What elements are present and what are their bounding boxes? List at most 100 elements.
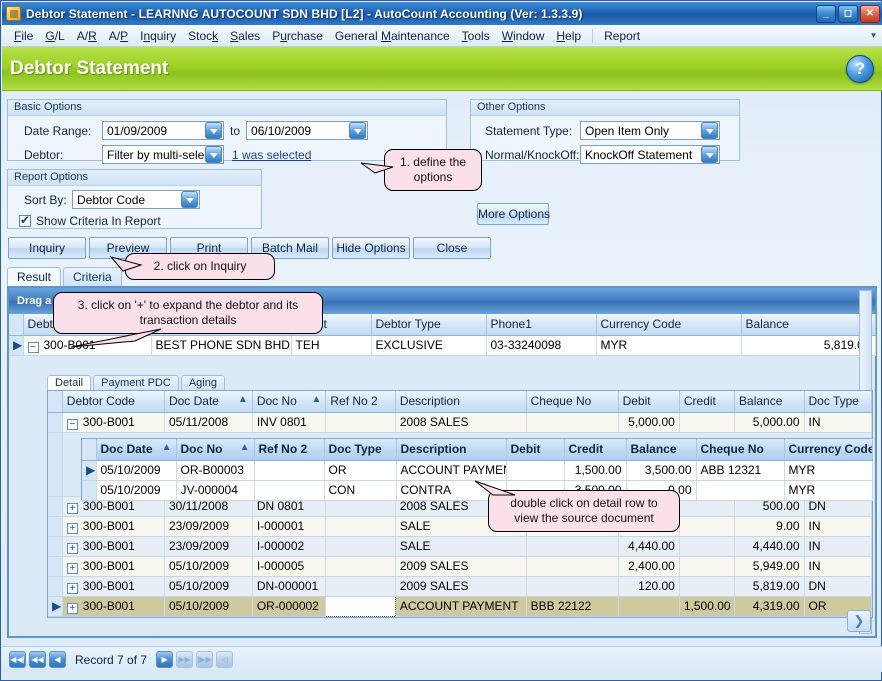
column-header-debtor-type[interactable]: Debtor Type <box>371 314 487 336</box>
menu-item-file[interactable]: File <box>8 27 39 45</box>
cancel-edit-button[interactable]: ◁ <box>216 651 234 668</box>
menu-item-help[interactable]: Help <box>550 27 587 45</box>
chevron-down-icon[interactable] <box>701 122 718 139</box>
chevron-down-icon[interactable] <box>205 146 222 163</box>
first-record-button[interactable]: ◀◀| <box>9 651 26 668</box>
column-header-doc-no[interactable]: Doc No ▲ <box>176 439 255 461</box>
column-header-doc-date[interactable]: Doc Date ▲ <box>96 439 177 461</box>
column-header-balance[interactable]: Balance <box>741 314 876 336</box>
column-header-ref-no-2[interactable]: Ref No 2 <box>254 439 325 461</box>
column-header-credit[interactable]: Credit <box>679 391 736 413</box>
close-button[interactable]: ✕ <box>860 4 880 23</box>
table-row[interactable]: +300-B001 05/10/2009 DN-000001 2009 SALE… <box>48 576 872 597</box>
show-criteria-row[interactable]: Show Criteria In Report <box>14 213 255 228</box>
column-header-debtor-code[interactable]: Debtor Code <box>62 391 165 413</box>
date-to-input[interactable]: 06/10/2009 <box>246 121 369 140</box>
tab-aging[interactable]: Aging <box>180 375 225 390</box>
column-header-ref-no-2[interactable]: Ref No 2 <box>325 391 396 413</box>
cell-currency-code: MYR <box>784 480 873 501</box>
normal-knockoff-select[interactable]: KnockOff Statement <box>580 145 720 164</box>
previous-record-button[interactable]: ◀ <box>49 651 66 668</box>
column-header-description[interactable]: Description <box>396 439 507 461</box>
debtor-filter-select[interactable]: Filter by multi-select <box>102 145 224 164</box>
column-header-debit[interactable]: Debit <box>618 391 680 413</box>
previous-page-button[interactable]: ◀◀ <box>29 651 46 668</box>
cell-debtor-code[interactable]: +300-B001 <box>62 576 165 597</box>
column-header-doc-date[interactable]: Doc Date ▲ <box>164 391 253 413</box>
show-criteria-checkbox[interactable] <box>19 213 31 227</box>
inquiry-button[interactable]: Inquiry <box>8 237 86 259</box>
column-header-currency-code[interactable]: Currency Code <box>596 314 742 336</box>
expand-expander-icon[interactable]: + <box>66 522 78 534</box>
calendar-dropdown-icon[interactable] <box>205 122 222 139</box>
menu-item-inquiry[interactable]: Inquiry <box>134 27 182 45</box>
cell-debtor-code[interactable]: +300-B001 <box>62 516 165 537</box>
expand-right-button[interactable]: ❯ <box>847 610 871 632</box>
table-row[interactable]: +300-B001 23/09/2009 I-000002 SALE 4,440… <box>48 536 872 557</box>
cell-ref-no-2 <box>254 480 325 501</box>
expand-expander-icon[interactable]: + <box>66 582 78 594</box>
chevron-down-icon[interactable]: ▾ <box>868 29 879 42</box>
table-row[interactable]: ▶ 05/10/2009 OR-B00003 OR ACCOUNT PAYMEN… <box>82 460 873 481</box>
column-header-doc-no[interactable]: Doc No ▲ <box>252 391 327 413</box>
last-record-button[interactable]: |▶▶ <box>196 651 214 668</box>
menu-item-window[interactable]: Window <box>496 27 551 45</box>
menu-item-ap[interactable]: A/P <box>103 27 134 45</box>
table-row[interactable]: −300-B001 05/11/2008 INV 0801 2008 SALES… <box>48 412 872 433</box>
menu-item-stock[interactable]: Stock <box>182 27 224 45</box>
tab-detail[interactable]: Detail <box>47 375 92 390</box>
expand-expander-icon[interactable]: + <box>66 502 78 514</box>
column-header-balance[interactable]: Balance <box>734 391 805 413</box>
selected-count-link[interactable]: 1 was selected <box>232 148 311 162</box>
menu-item-gl[interactable]: G/L <box>39 27 70 45</box>
table-row[interactable]: +300-B001 05/10/2009 I-000005 2009 SALES… <box>48 556 872 577</box>
next-page-button[interactable]: ▶▶ <box>176 651 194 668</box>
next-record-button[interactable]: ▶ <box>156 651 174 668</box>
cell-description: ACCOUNT PAYMENT <box>395 596 527 617</box>
column-header-cheque-no[interactable]: Cheque No <box>526 391 619 413</box>
calendar-dropdown-icon[interactable] <box>349 122 367 139</box>
cell-debtor-code[interactable]: −300-B001 <box>62 412 165 433</box>
expand-expander-icon[interactable]: + <box>66 602 78 614</box>
column-header-description[interactable]: Description <box>395 391 527 413</box>
table-row[interactable]: ▶ +300-B001 05/10/2009 OR-000002 ACCOUNT… <box>48 595 872 617</box>
menu-item-tools[interactable]: Tools <box>456 27 496 45</box>
tab-result[interactable]: Result <box>7 267 62 286</box>
maximize-button[interactable]: ◻ <box>838 4 858 23</box>
cell-debtor-code[interactable]: +300-B001 <box>62 596 165 617</box>
menu-item-purchase[interactable]: Purchase <box>266 27 329 45</box>
cell-doc-date: 23/09/2009 <box>164 536 253 557</box>
hide-options-button[interactable]: Hide Options <box>332 237 410 259</box>
menu-item-sales[interactable]: Sales <box>224 27 266 45</box>
chevron-down-icon[interactable] <box>181 191 198 208</box>
cell-debtor-code[interactable]: +300-B001 <box>62 536 165 557</box>
statement-type-select[interactable]: Open Item Only <box>580 121 720 140</box>
expand-expander-icon[interactable]: + <box>66 542 78 554</box>
column-header-cheque-no[interactable]: Cheque No <box>696 439 785 461</box>
expand-expander-icon[interactable]: + <box>66 562 78 574</box>
help-icon[interactable]: ? <box>846 54 874 83</box>
cell-ref-no-2-editor[interactable] <box>325 595 396 617</box>
menu-item-ar[interactable]: A/R <box>71 27 103 45</box>
column-header-balance[interactable]: Balance <box>626 439 697 461</box>
close-button-main[interactable]: Close <box>413 237 491 259</box>
column-header-currency-code[interactable]: Currency Code <box>784 439 873 461</box>
minimize-button[interactable]: _ <box>816 4 836 23</box>
column-header-phone1[interactable]: Phone1 <box>486 314 597 336</box>
column-header-doc-type[interactable]: Doc Type <box>324 439 397 461</box>
sort-by-select[interactable]: Debtor Code <box>72 190 200 209</box>
column-header-doc-type[interactable]: Doc Type <box>804 391 872 413</box>
chevron-down-icon[interactable] <box>701 146 718 163</box>
more-options-button[interactable]: More Options <box>477 203 550 225</box>
tab-payment-pdc[interactable]: Payment PDC <box>93 375 179 390</box>
date-from-input[interactable]: 01/09/2009 <box>102 121 224 140</box>
collapse-expander-icon[interactable]: − <box>66 418 78 430</box>
menu-item-report[interactable]: Report <box>598 27 646 45</box>
cell-debtor-code[interactable]: +300-B001 <box>62 556 165 577</box>
cell-balance: 4,440.00 <box>734 536 805 557</box>
table-row[interactable]: +300-B001 23/09/2009 I-000001 SALE 9.00 … <box>48 516 872 537</box>
column-header-debit[interactable]: Debit <box>506 439 565 461</box>
menu-item-general-maintenance[interactable]: General Maintenance <box>329 27 456 45</box>
column-header-credit[interactable]: Credit <box>564 439 627 461</box>
collapse-expander-icon[interactable]: − <box>27 341 39 353</box>
